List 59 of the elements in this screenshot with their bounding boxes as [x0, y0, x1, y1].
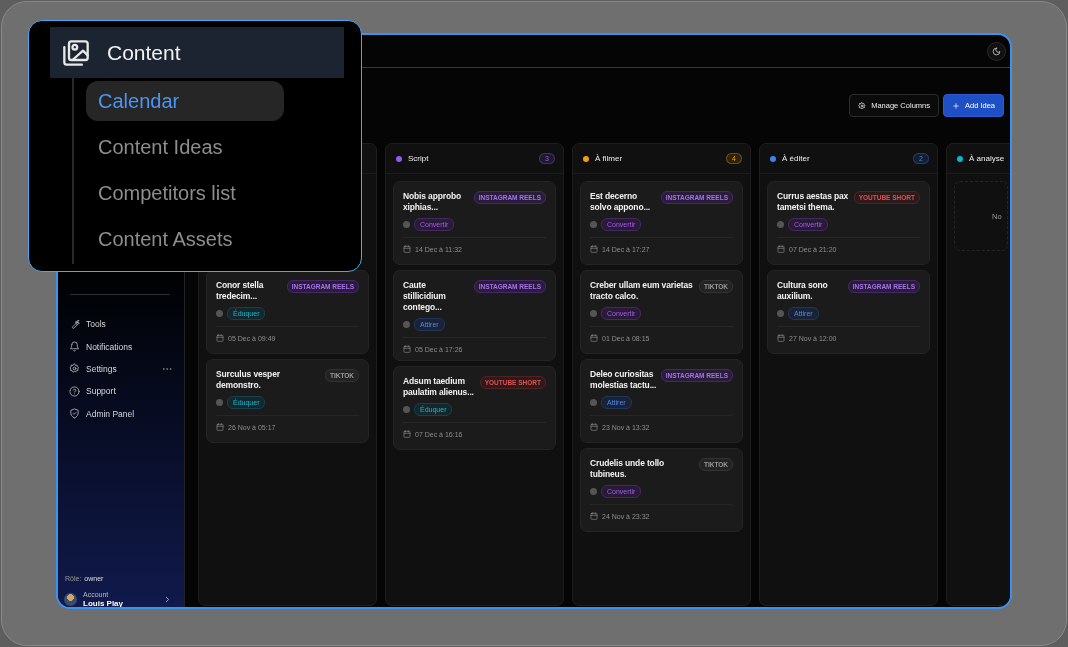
calendar-icon — [777, 245, 785, 253]
plus-icon — [951, 101, 960, 110]
column-title: À éditer — [782, 154, 810, 163]
assignee-icon — [777, 221, 784, 228]
assignee-icon — [590, 310, 597, 317]
column-title: Script — [408, 154, 429, 163]
help-icon — [69, 385, 80, 397]
images-icon — [62, 38, 90, 67]
assignee-icon — [216, 399, 223, 406]
section-header[interactable]: Content — [50, 27, 344, 78]
calendar-icon — [590, 423, 598, 431]
card-title: Currus aestas pax tametsi thema. — [777, 191, 850, 213]
chevron-icon — [163, 594, 172, 604]
card-title: Deleo curiositas molestias tactu... — [590, 369, 657, 391]
card-title: Conor stella tredecim... — [216, 280, 265, 302]
calendar-icon — [216, 423, 224, 431]
assignee-icon — [403, 406, 410, 413]
moon-icon — [992, 46, 1001, 56]
theme-toggle-button[interactable] — [987, 41, 1006, 61]
assignee-icon — [403, 321, 410, 328]
settings-icon — [69, 363, 80, 375]
sidebar-item[interactable]: Admin Panel — [58, 402, 184, 425]
nav-item[interactable]: Calendar — [86, 81, 284, 121]
sidebar-item[interactable]: Notifications — [58, 335, 184, 358]
calendar-icon — [777, 334, 785, 342]
calendar-icon — [590, 512, 598, 520]
bell-icon — [69, 341, 80, 353]
column-title: À analyse — [969, 154, 1005, 163]
card-title: Caute stillicidium contego... — [403, 280, 447, 313]
calendar-icon — [216, 334, 224, 342]
calendar-icon — [590, 245, 598, 253]
avatar-icon — [64, 592, 77, 606]
assignee-icon — [590, 488, 597, 495]
sidebar-item[interactable]: Settings — [58, 357, 184, 381]
calendar-icon — [403, 245, 411, 253]
card-title: Est decerno solvo appono... — [590, 191, 652, 213]
sidebar-item[interactable]: Tools — [58, 313, 184, 336]
card-title: Surculus vesper demonstro. — [216, 369, 281, 391]
nav-item[interactable]: Competitors list — [86, 173, 284, 213]
settings-icon — [858, 101, 867, 110]
card-title: Cultura sono auxilium. — [777, 280, 829, 302]
nav-item[interactable]: Content Ideas — [86, 127, 284, 167]
calendar-icon — [403, 430, 411, 438]
sidebar-item[interactable]: Support — [58, 380, 184, 403]
card-title: Creber ullam eum varietas tracto calco. — [590, 280, 694, 302]
card-title: Nobis approbo xiphias... — [403, 191, 463, 213]
assignee-icon — [590, 399, 597, 406]
column-title: À filmer — [595, 154, 623, 163]
assignee-icon — [216, 310, 223, 317]
calendar-icon — [403, 345, 411, 353]
assignee-icon — [777, 310, 784, 317]
calendar-icon — [590, 334, 598, 342]
card-title: Adsum taedium paulatim alienus... — [403, 376, 475, 398]
wrench-icon — [69, 318, 80, 330]
shield-icon — [69, 408, 80, 420]
nav-item[interactable]: Content Assets — [86, 219, 284, 259]
assignee-icon — [590, 221, 597, 228]
card-title: Crudelis unde tollo tubineus. — [590, 458, 666, 480]
assignee-icon — [403, 221, 410, 228]
